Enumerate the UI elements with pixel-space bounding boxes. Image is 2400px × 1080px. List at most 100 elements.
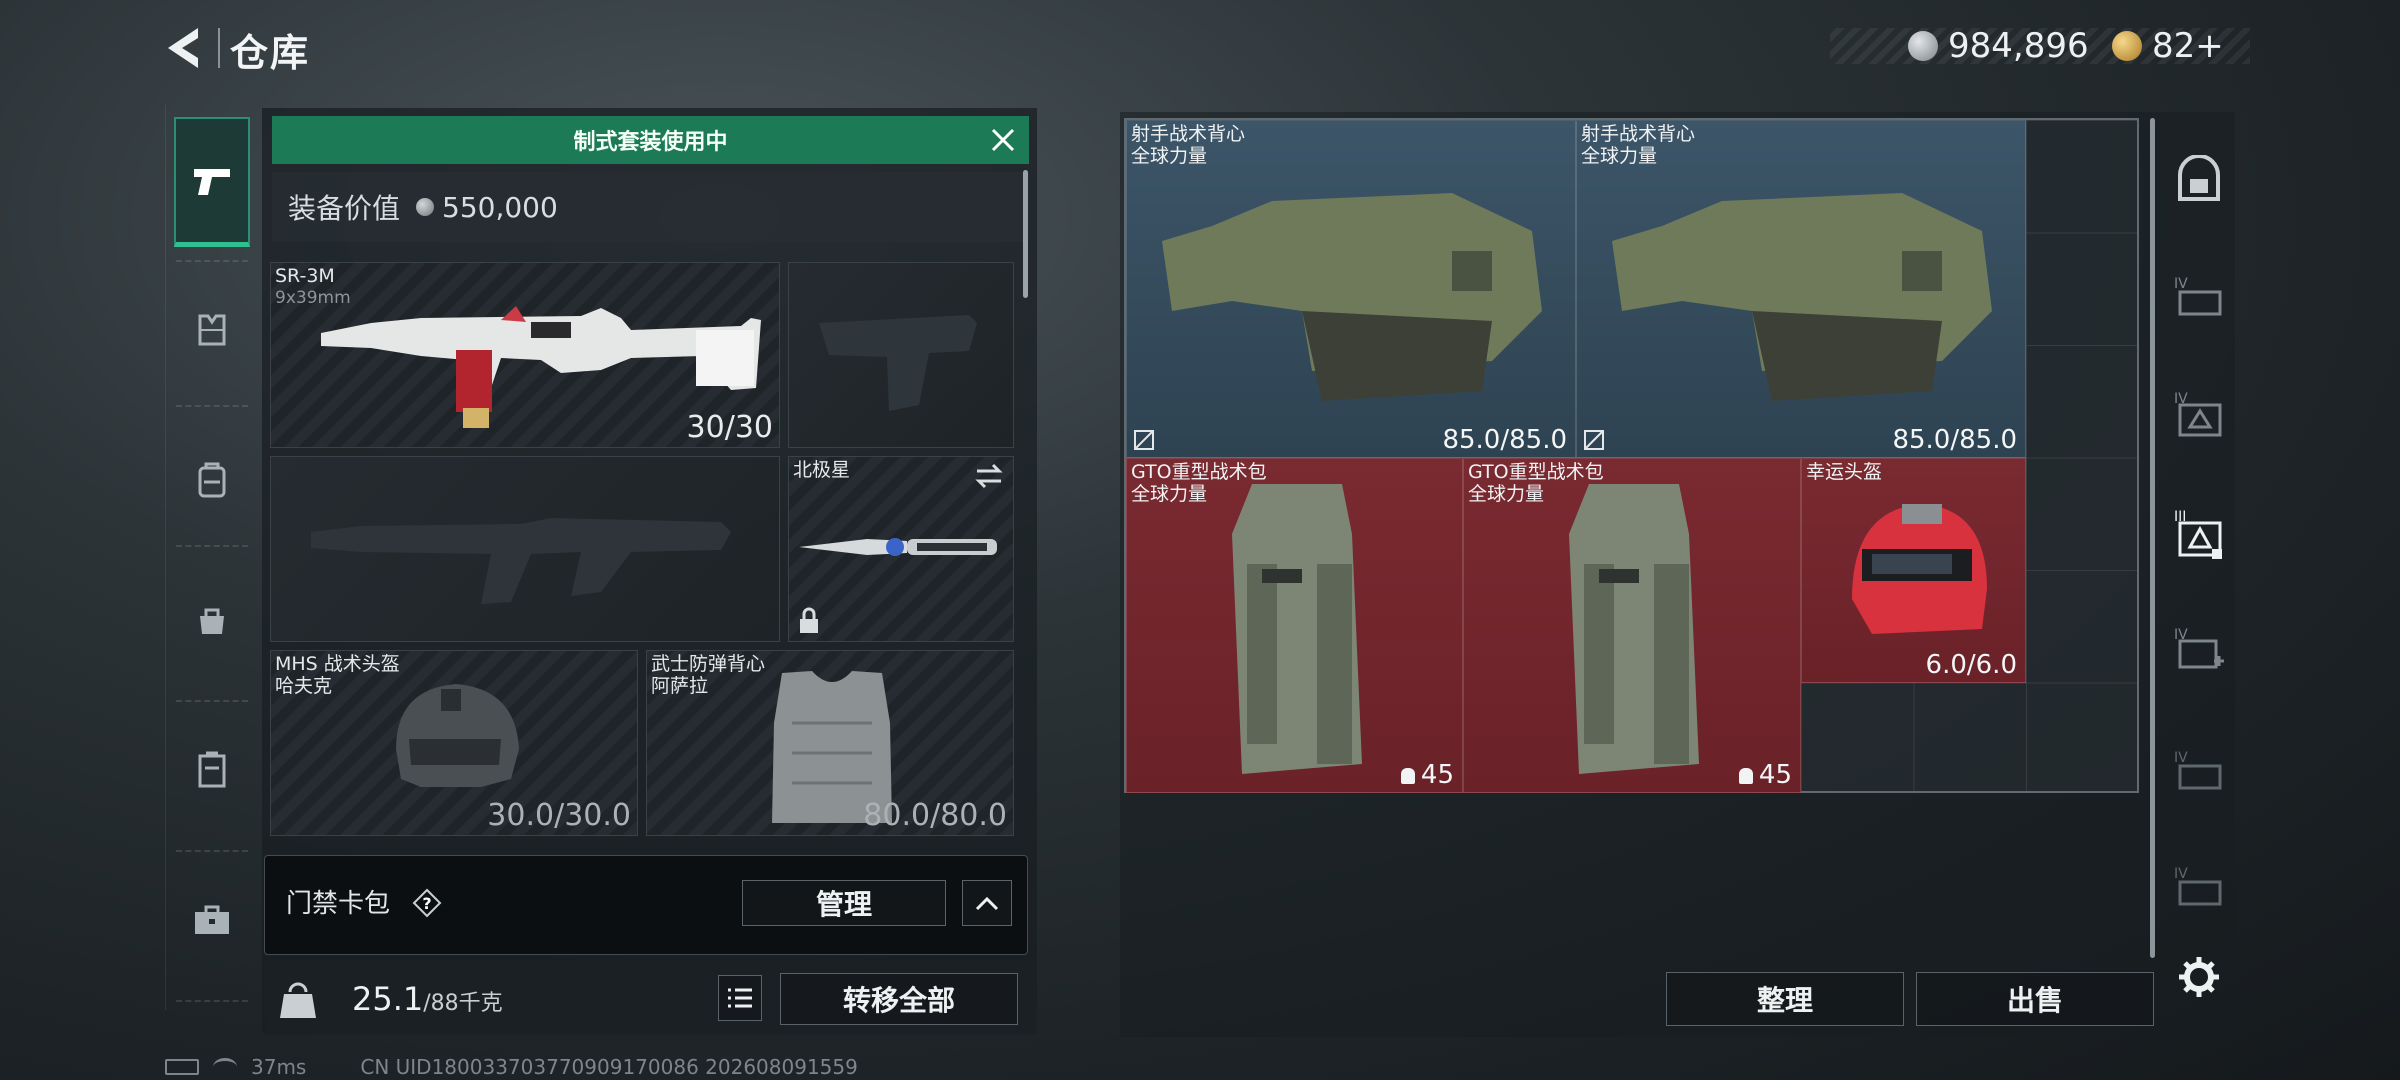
storage-box-icon: IV	[2174, 627, 2224, 669]
body-armor-slot[interactable]: 武士防弹背心 阿萨拉 80.0/80.0	[646, 650, 1014, 836]
inventory-item-vest-1[interactable]: 射手战术背心 全球力量 85.0/85.0	[1126, 120, 1576, 458]
status-bar: 37ms CN UID180033703770909170086 2026080…	[165, 1055, 858, 1079]
heavy-backpack-image	[1232, 484, 1362, 774]
gold-currency[interactable]: 82+	[2112, 26, 2224, 66]
item-name: 射手战术背心	[1131, 123, 1246, 145]
gold-coin-icon	[2112, 31, 2142, 61]
access-card-label: 门禁卡包	[286, 889, 391, 919]
inventory-item-helmet[interactable]: 幸运头盔 6.0/6.0	[1801, 458, 2026, 683]
svg-text:IV: IV	[2174, 276, 2188, 292]
back-arrow-icon	[168, 28, 198, 68]
equipment-value-row: 装备价值 550,000	[272, 172, 1029, 242]
storage-tab-5[interactable]: IV	[2165, 616, 2233, 684]
inventory-item-backpack-2[interactable]: GTO重型战术包 全球力量 45	[1463, 458, 1801, 793]
item-name: 射手战术背心	[1581, 123, 1696, 145]
storage-box-icon: IV	[2174, 391, 2222, 437]
inventory-item-vest-2[interactable]: 射手战术背心 全球力量 85.0/85.0	[1576, 120, 2026, 458]
collapse-button[interactable]	[962, 880, 1012, 926]
vest-icon	[198, 314, 226, 346]
silver-currency: 984,896	[1908, 26, 2089, 66]
item-name: 幸运头盔	[1806, 461, 1883, 483]
svg-text:IV: IV	[2174, 750, 2188, 766]
silver-coin-icon	[1908, 31, 1938, 61]
item-brand: 全球力量	[1131, 145, 1208, 167]
knife-image	[799, 538, 997, 556]
item-durability: 85.0/85.0	[1442, 425, 1567, 455]
back-button[interactable]	[160, 22, 210, 74]
loadout-banner: 制式套装使用中	[272, 116, 1029, 164]
silver-amount: 984,896	[1948, 26, 2089, 66]
weight-max: /88千克	[423, 991, 503, 1016]
page-title: 仓库	[230, 31, 311, 75]
sidearm-slot-empty[interactable]	[788, 262, 1014, 448]
secondary-weapon-slot-empty[interactable]	[270, 456, 780, 642]
melee-name: 北极星	[793, 459, 851, 481]
no-insure-icon	[1584, 430, 1604, 450]
rifle-placeholder-icon	[311, 518, 731, 604]
storage-tab-safe[interactable]	[2165, 146, 2233, 214]
tactical-vest-image	[1162, 193, 1542, 401]
magazine-count: 30/30	[686, 410, 773, 445]
nav-tab-container[interactable]	[174, 705, 250, 835]
item-brand: 全球力量	[1581, 145, 1658, 167]
backpack-capacity-icon	[1738, 767, 1753, 784]
carry-weight: 25.1/88千克	[352, 980, 503, 1018]
armor-durability: 80.0/80.0	[863, 798, 1007, 833]
inventory-grid: 射手战术背心 全球力量 85.0/85.0 射手战术背心 全球力量 85.0/8	[1124, 118, 2139, 793]
user-uid: CN UID180033703770909170086 202608091559	[360, 1055, 858, 1079]
swap-icon[interactable]	[973, 463, 1005, 489]
helmet-slot[interactable]: MHS 战术头盔 哈夫克 30.0/30.0	[270, 650, 638, 836]
help-button[interactable]: ?	[412, 888, 442, 918]
backpack-icon	[198, 462, 226, 498]
helmet-image	[396, 684, 519, 787]
armor-name: 武士防弹背心	[651, 653, 766, 675]
inventory-scrollbar[interactable]	[2150, 118, 2155, 958]
close-banner-button[interactable]	[985, 122, 1021, 158]
transfer-all-button[interactable]: 转移全部	[780, 973, 1018, 1025]
nav-tab-backpack[interactable]	[174, 415, 250, 545]
inventory-item-backpack-1[interactable]: GTO重型战术包 全球力量 45	[1126, 458, 1463, 793]
storage-tab-7[interactable]: IV	[2165, 852, 2233, 920]
nav-tab-armor[interactable]	[174, 265, 250, 395]
storage-tab-3[interactable]: IV	[2165, 380, 2233, 448]
weight-icon	[278, 978, 318, 1022]
primary-weapon-slot[interactable]: SR-3M 9x39mm 30/30	[270, 262, 780, 448]
svg-text:IV: IV	[2174, 866, 2188, 882]
manage-button[interactable]: 管理	[742, 880, 946, 926]
close-icon	[991, 128, 1015, 152]
nav-tab-briefcase[interactable]	[174, 855, 250, 985]
item-durability: 85.0/85.0	[1892, 425, 2017, 455]
nav-tab-bag[interactable]	[174, 555, 250, 685]
armor-brand: 阿萨拉	[651, 675, 709, 697]
storage-tab-6[interactable]: IV	[2165, 736, 2233, 804]
settings-gear-icon	[2179, 957, 2219, 997]
pistol-placeholder-icon	[819, 315, 977, 411]
list-view-button[interactable]	[718, 975, 762, 1021]
no-insure-icon	[1134, 430, 1154, 450]
item-capacity: 45	[1400, 760, 1454, 790]
settings-button[interactable]	[2165, 943, 2233, 1011]
safe-box-icon	[2178, 155, 2220, 201]
item-durability: 6.0/6.0	[1925, 650, 2017, 680]
nav-tab-weapons[interactable]	[174, 117, 250, 247]
wifi-icon	[213, 1058, 237, 1076]
sort-button[interactable]: 整理	[1666, 972, 1904, 1026]
helmet-durability: 30.0/30.0	[487, 798, 631, 833]
gold-amount: 82+	[2152, 26, 2224, 66]
heavy-backpack-image	[1569, 484, 1699, 774]
storage-tab-4-active[interactable]: III	[2165, 500, 2233, 568]
capacity-value: 45	[1758, 760, 1792, 790]
gun-icon	[194, 168, 230, 195]
silver-coin-icon	[416, 198, 435, 216]
tactical-vest-image	[1612, 193, 1992, 401]
storage-tab-2[interactable]: IV	[2165, 262, 2233, 330]
lucky-helmet-image	[1852, 504, 1987, 634]
ping-value: 37ms	[251, 1055, 307, 1079]
melee-slot[interactable]: 北极星	[788, 456, 1014, 642]
weight-current: 25.1	[352, 980, 424, 1018]
svg-text:?: ?	[422, 894, 431, 913]
title-divider	[218, 28, 220, 68]
sell-button[interactable]: 出售	[1916, 972, 2154, 1026]
loadout-scrollbar[interactable]	[1023, 170, 1028, 298]
lock-icon	[800, 607, 818, 633]
